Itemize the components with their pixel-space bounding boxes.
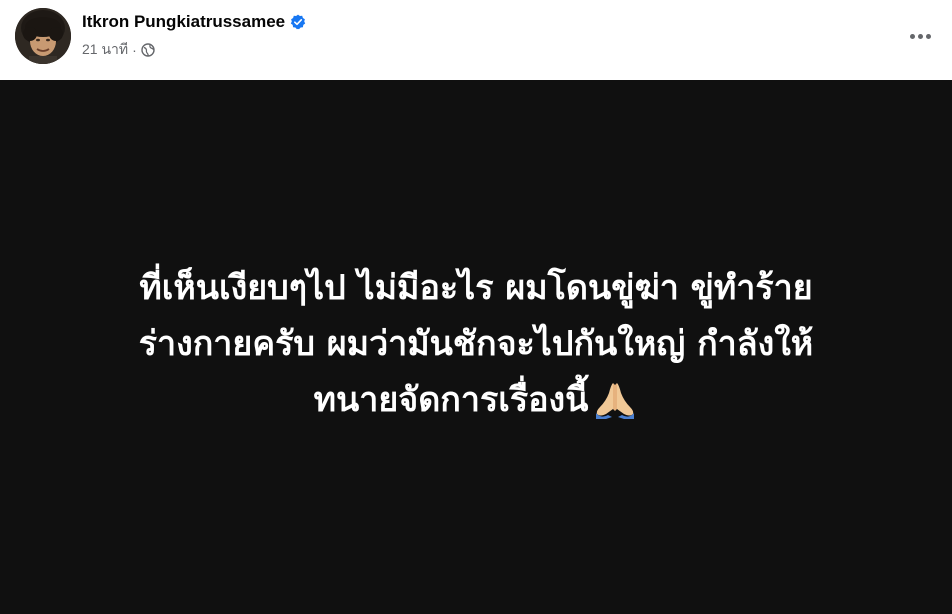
post-text-line-last: ทนายจัดการเรื่องนี้ [26, 372, 926, 428]
verified-badge-icon [290, 14, 306, 30]
meta-separator: · [132, 42, 137, 58]
more-options-icon [909, 33, 915, 39]
post-meta: 21 นาที · [82, 40, 155, 60]
post-text-line-text: ทนายจัดการเรื่องนี้ [313, 380, 589, 420]
avatar[interactable] [15, 8, 71, 64]
post-content-background[interactable]: ที่เห็นเงียบๆไป ไม่มีอะไร ผมโดนขู่ฆ่า ขู… [0, 80, 952, 614]
avatar-image [15, 8, 71, 64]
author-name[interactable]: Itkron Pungkiatrussamee [82, 12, 285, 32]
post-text-line: ร่างกายครับ ผมว่ามันชักจะไปกันใหญ่ กำลัง… [138, 324, 814, 364]
more-options-dot [917, 33, 923, 39]
post-text-line: ที่เห็นเงียบๆไป ไม่มีอะไร ผมโดนขู่ฆ่า ขู… [139, 268, 813, 308]
post-timestamp[interactable]: 21 นาที [82, 39, 128, 61]
more-options-dot [925, 33, 931, 39]
globe-icon[interactable] [141, 43, 155, 57]
folded-hands-icon [592, 379, 638, 419]
facebook-post: Itkron Pungkiatrussamee 21 นาที · ที่เห็… [0, 0, 952, 614]
post-header: Itkron Pungkiatrussamee 21 นาที · [0, 0, 952, 80]
author-row: Itkron Pungkiatrussamee [82, 11, 306, 33]
more-options-button[interactable] [902, 18, 938, 54]
post-text: ที่เห็นเงียบๆไป ไม่มีอะไร ผมโดนขู่ฆ่า ขู… [26, 260, 926, 428]
